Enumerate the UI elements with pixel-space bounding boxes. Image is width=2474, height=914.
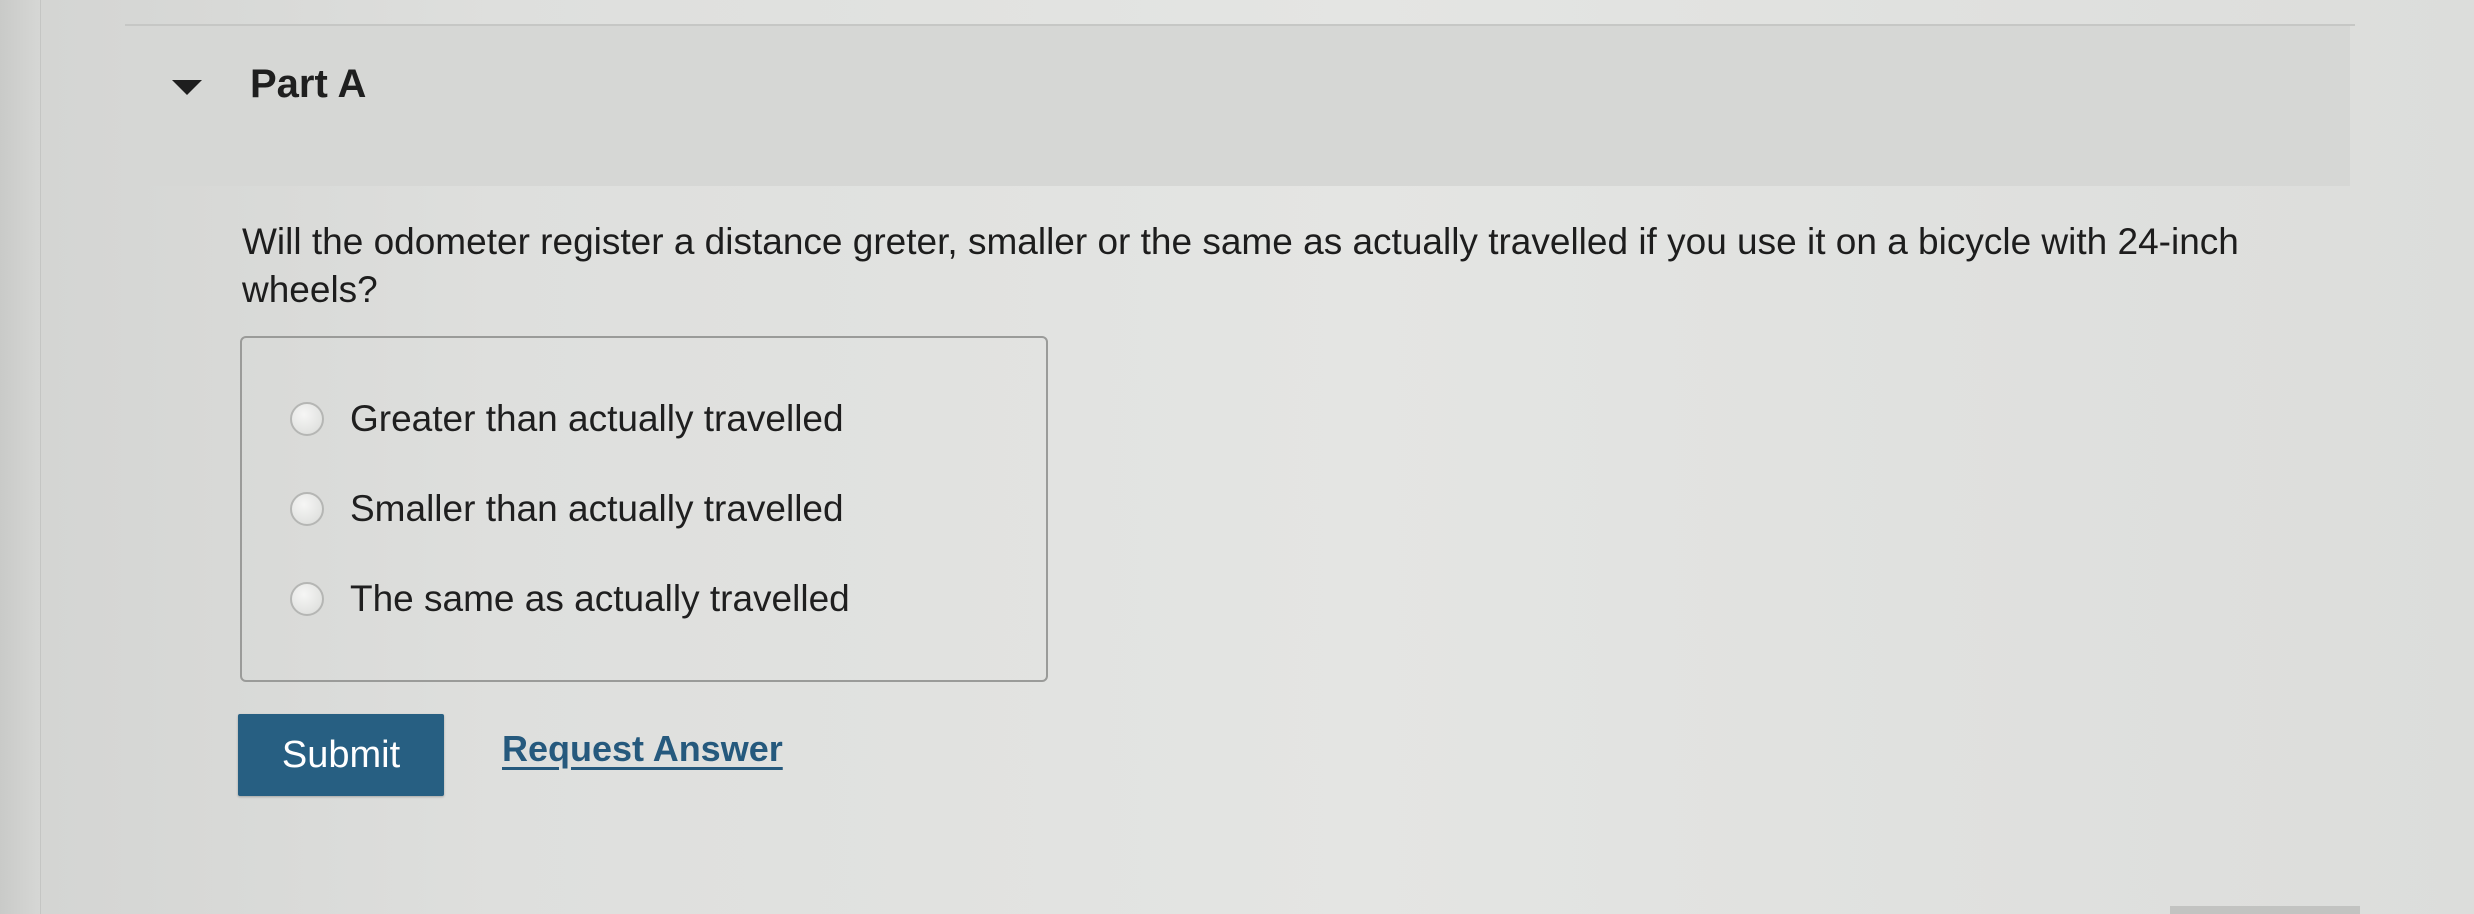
- choice-label: The same as actually travelled: [350, 578, 850, 619]
- caret-down-icon[interactable]: [172, 80, 202, 95]
- choice-label: Smaller than actually travelled: [350, 488, 844, 529]
- choice-label: Greater than actually travelled: [350, 398, 844, 439]
- radio-button[interactable]: [290, 492, 324, 526]
- answer-choices: Greater than actually travelled Smaller …: [240, 336, 1048, 682]
- request-answer-link[interactable]: Request Answer: [502, 728, 783, 770]
- choice-same[interactable]: The same as actually travelled: [290, 574, 850, 624]
- part-header[interactable]: [125, 26, 2350, 186]
- choice-smaller[interactable]: Smaller than actually travelled: [290, 484, 844, 534]
- screen: Part A Will the odometer register a dist…: [0, 0, 2474, 914]
- choice-greater[interactable]: Greater than actually travelled: [290, 394, 844, 444]
- submit-button[interactable]: Submit: [238, 714, 444, 796]
- radio-button[interactable]: [290, 582, 324, 616]
- bottom-edge-element: [2170, 906, 2360, 914]
- radio-button[interactable]: [290, 402, 324, 436]
- left-edge-strip: [0, 0, 41, 914]
- question-text: Will the odometer register a distance gr…: [242, 221, 2239, 310]
- part-title: Part A: [250, 62, 367, 106]
